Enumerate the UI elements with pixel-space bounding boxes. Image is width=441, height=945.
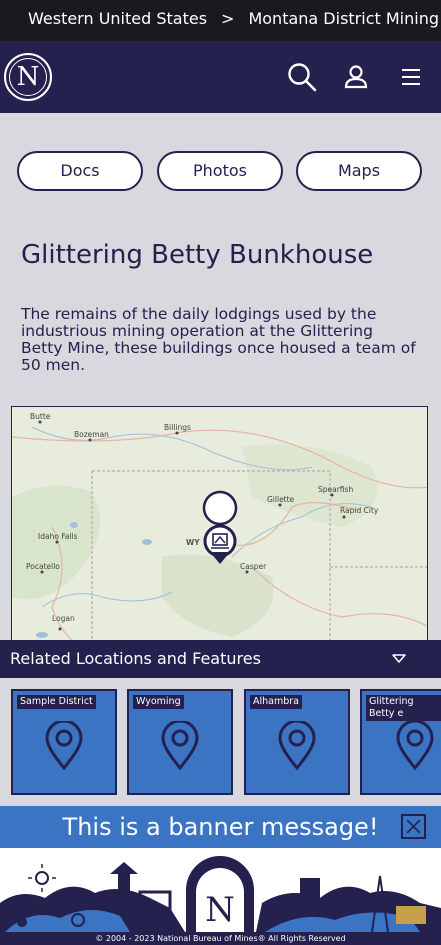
related-card-alhambra[interactable]: Alhambra <box>244 689 350 795</box>
map-city-butte: Butte <box>30 412 51 421</box>
location-pin-icon <box>161 721 199 771</box>
copyright: © 2004 - 2023 National Bureau of Mines® … <box>0 932 441 945</box>
map-city-logan: Logan <box>52 614 75 623</box>
map-city-billings: Billings <box>164 423 191 432</box>
map-city-casper: Casper <box>240 562 267 571</box>
logo[interactable]: N <box>4 53 52 101</box>
logo-letter: N <box>16 62 40 92</box>
banner-message: This is a banner message! <box>62 813 379 841</box>
chevron-down-icon[interactable] <box>391 651 407 667</box>
footer-illustration: N <box>0 848 441 933</box>
tab-photos[interactable]: Photos <box>157 151 283 191</box>
location-map[interactable]: Butte Bozeman Billings Gillette Spearfis… <box>11 406 428 646</box>
tab-docs[interactable]: Docs <box>17 151 143 191</box>
map-city-spearfish: Spearfish <box>318 485 353 494</box>
page-description: The remains of the daily lodgings used b… <box>21 305 416 374</box>
map-graphic: Butte Bozeman Billings Gillette Spearfis… <box>12 407 427 645</box>
related-card-sample-district[interactable]: Sample District <box>11 689 117 795</box>
map-city-rapid-city: Rapid City <box>340 506 379 515</box>
related-locations-header[interactable]: Related Locations and Features <box>0 640 441 678</box>
location-pin-icon <box>45 721 83 771</box>
breadcrumb-item-montana[interactable]: Montana District Mining D <box>248 9 441 28</box>
related-card-wyoming[interactable]: Wyoming <box>127 689 233 795</box>
map-city-gillette: Gillette <box>267 495 295 504</box>
related-locations-title: Related Locations and Features <box>10 649 261 668</box>
card-label: Alhambra <box>250 695 302 709</box>
tab-bar: Docs Photos Maps <box>17 151 422 191</box>
map-city-idaho-falls: Idaho Falls <box>38 532 78 541</box>
close-icon[interactable] <box>401 814 426 839</box>
breadcrumb-item-western-us[interactable]: Western United States <box>28 9 207 28</box>
map-state-label: WY <box>186 538 200 547</box>
user-icon[interactable] <box>340 61 372 93</box>
site-header: N <box>0 41 441 113</box>
map-city-bozeman: Bozeman <box>74 430 109 439</box>
card-label: Wyoming <box>133 695 184 709</box>
banner: This is a banner message! <box>0 806 441 848</box>
search-icon[interactable] <box>286 61 318 93</box>
related-card-glittering-betty[interactable]: Glittering Betty e <box>360 689 441 795</box>
location-pin-icon <box>278 721 316 771</box>
footer: N © 2004 - 2023 National Bureau of Mines… <box>0 848 441 945</box>
location-pin-icon <box>396 721 434 771</box>
menu-icon[interactable] <box>395 61 427 93</box>
card-label: Glittering Betty e <box>366 695 441 721</box>
page-title: Glittering Betty Bunkhouse <box>21 240 374 270</box>
tab-maps[interactable]: Maps <box>296 151 422 191</box>
map-city-pocatello: Pocatello <box>26 562 60 571</box>
breadcrumb-separator: > <box>221 9 235 28</box>
related-cards: Sample District Wyoming Alhambra Glitter… <box>0 678 441 806</box>
card-label: Sample District <box>17 695 96 709</box>
breadcrumb: Western United States > Montana District M… <box>0 0 441 41</box>
footer-logo-letter: N <box>205 890 235 930</box>
